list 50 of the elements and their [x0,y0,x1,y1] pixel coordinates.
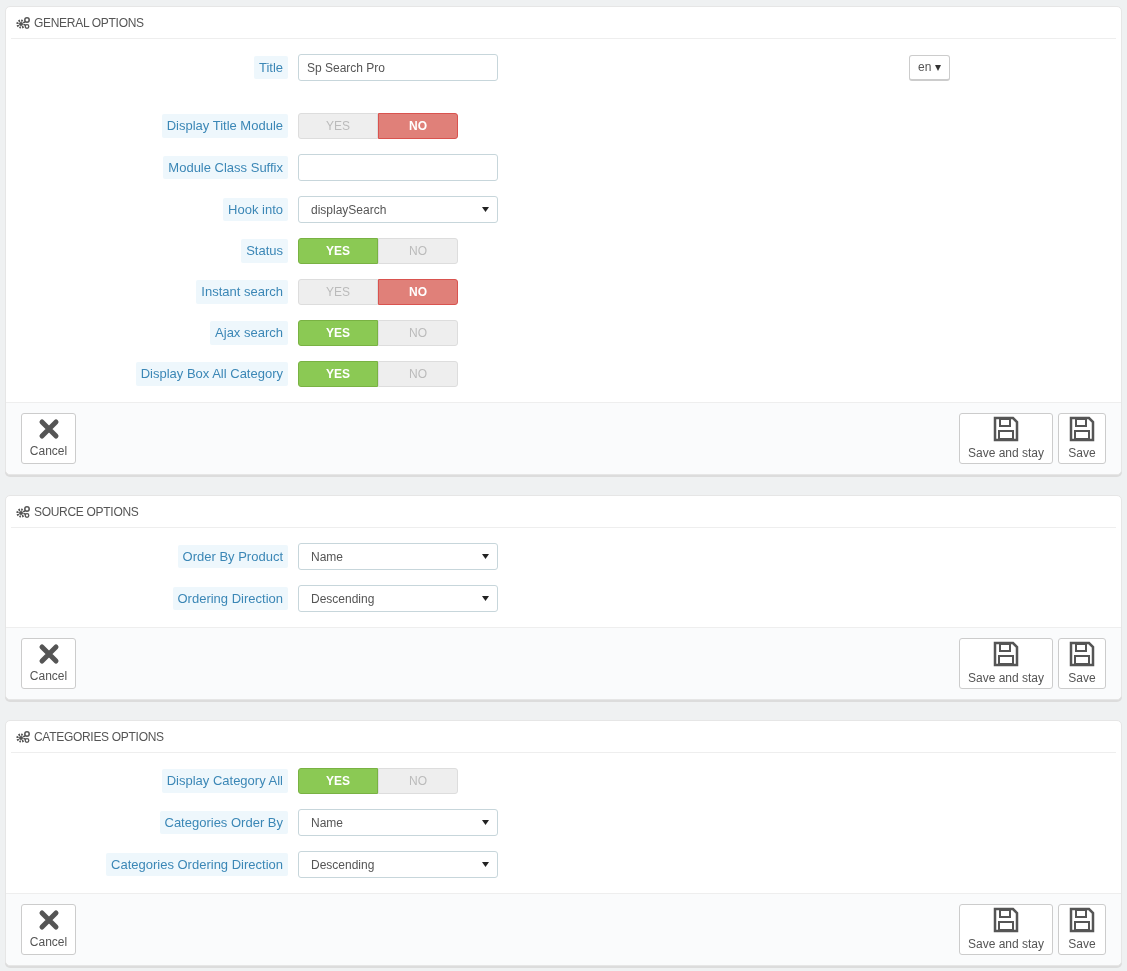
panel-title: GENERAL OPTIONS [34,14,144,32]
text-field[interactable]: Sp Search Pro [298,54,498,81]
close-icon [37,642,60,665]
caret-icon [482,207,489,212]
field-label: Title [253,55,288,80]
field-label: Categories Order By [159,810,288,835]
field-label: Display Box All Category [135,362,288,386]
cancel-button[interactable]: Cancel [21,904,76,955]
field-label: Display Category All [161,769,288,793]
field-label: Display Title Module [161,114,288,138]
caret-icon [482,862,489,867]
save-button[interactable]: Save [1058,904,1106,955]
cogs-icon [16,730,30,743]
caret-icon [482,820,489,825]
field-label: Categories Ordering Direction [106,852,288,877]
save-icon [1069,640,1095,667]
field-label: Order By Product [177,544,288,569]
save-icon [993,906,1019,933]
field-label: Instant search [196,280,288,304]
select-field[interactable]: Descending [298,585,498,612]
select-field[interactable]: displaySearch [298,196,498,223]
save-and-stay-button[interactable]: Save and stay [959,413,1053,464]
cogs-icon [16,505,30,518]
save-icon [1069,415,1095,442]
field-label: Status [241,239,288,263]
save-icon [993,415,1019,442]
field-label: Ajax search [210,321,288,345]
save-and-stay-button[interactable]: Save and stay [959,904,1053,955]
text-field[interactable] [298,154,498,181]
select-field[interactable]: Name [298,809,498,836]
select-field[interactable]: Descending [298,851,498,878]
save-and-stay-button[interactable]: Save and stay [959,638,1053,689]
field-label: Hook into [223,197,288,222]
cogs-icon [16,16,30,29]
save-button[interactable]: Save [1058,638,1106,689]
panel-title: CATEGORIES OPTIONS [34,728,164,746]
save-icon [1069,906,1095,933]
save-button[interactable]: Save [1058,413,1106,464]
caret-icon [482,596,489,601]
cancel-button[interactable]: Cancel [21,413,76,464]
caret-icon [482,554,489,559]
close-icon [37,908,60,931]
field-label: Module Class Suffix [163,155,288,180]
save-icon [993,640,1019,667]
panel-title: SOURCE OPTIONS [34,503,139,521]
close-icon [37,417,60,440]
language-dropdown[interactable]: en ▾ [909,54,951,81]
cancel-button[interactable]: Cancel [21,638,76,689]
field-label: Ordering Direction [172,586,288,611]
select-field[interactable]: Name [298,543,498,570]
